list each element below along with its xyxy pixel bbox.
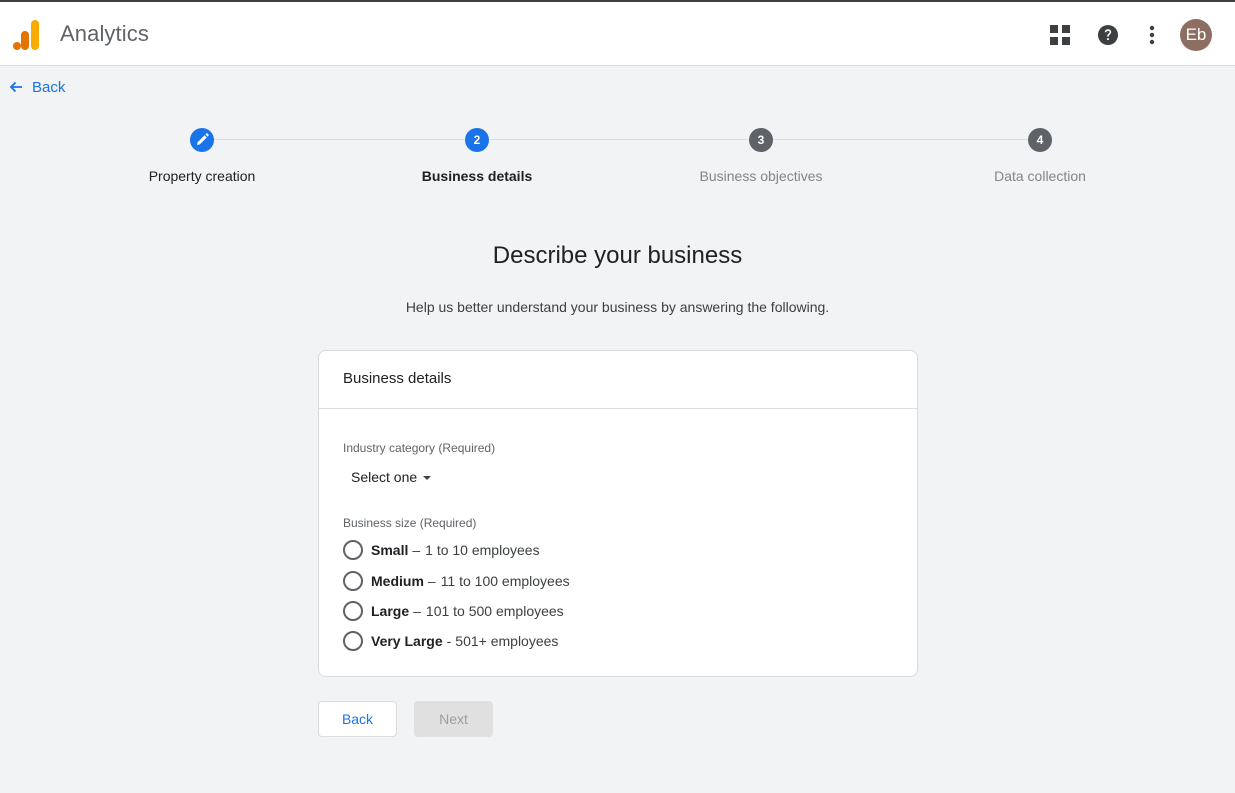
arrow-back-icon (9, 81, 22, 93)
business-details-card: Business details Industry category (Requ… (318, 350, 918, 677)
page-subtitle: Help us better understand your business … (405, 299, 830, 315)
step-label-property-creation[interactable]: Property creation (149, 168, 256, 184)
option-detail: 101 to 500 employees (425, 603, 564, 619)
radio-unchecked-icon[interactable] (343, 571, 363, 591)
radio-unchecked-icon[interactable] (343, 601, 363, 621)
radio-option-large[interactable]: Large – 101 to 500 employees (343, 601, 564, 621)
top-app-bar: Analytics Eb (0, 2, 1235, 66)
radio-unchecked-icon[interactable] (343, 540, 363, 560)
account-avatar[interactable]: Eb (1180, 19, 1212, 51)
back-link-label: Back (32, 78, 66, 96)
next-button: Next (414, 701, 493, 737)
step-2-number: 2 (465, 128, 489, 152)
step-label-business-objectives: Business objectives (699, 168, 823, 184)
option-separator: - (446, 633, 452, 649)
industry-category-select[interactable]: Select one (351, 469, 432, 485)
option-name: Very Large (371, 633, 443, 649)
app-title: Analytics (60, 21, 149, 46)
stepper-connector (490, 139, 748, 140)
radio-unchecked-icon[interactable] (343, 631, 363, 651)
business-size-label: Business size (Required) (343, 516, 477, 530)
stepper-connector (214, 139, 466, 140)
radio-option-medium[interactable]: Medium – 11 to 100 employees (343, 571, 570, 591)
option-separator: – (427, 573, 436, 589)
page-title: Describe your business (492, 242, 743, 269)
industry-category-label: Industry category (Required) (343, 441, 496, 455)
step-3-number: 3 (749, 128, 773, 152)
step-label-business-details: Business details (421, 168, 533, 184)
option-separator: – (413, 603, 421, 619)
step-label-data-collection: Data collection (994, 168, 1086, 184)
option-detail: 501+ employees (455, 633, 559, 649)
help-icon[interactable] (1097, 24, 1119, 46)
apps-grid-icon[interactable] (1050, 25, 1070, 45)
back-button[interactable]: Back (318, 701, 397, 737)
step-1-edit-icon[interactable] (190, 128, 214, 152)
dropdown-arrow-icon (423, 476, 432, 480)
option-detail: 11 to 100 employees (440, 573, 570, 589)
industry-category-value: Select one (351, 469, 418, 485)
option-detail: 1 to 10 employees (425, 542, 540, 558)
option-name: Small (371, 542, 409, 558)
option-separator: – (412, 542, 421, 558)
option-name: Large (371, 603, 410, 619)
analytics-logo-icon (13, 20, 39, 50)
radio-option-very-large[interactable]: Very Large - 501+ employees (343, 631, 558, 651)
step-4-number: 4 (1028, 128, 1052, 152)
radio-option-small[interactable]: Small – 1 to 10 employees (343, 540, 540, 560)
stepper-connector (773, 139, 1028, 140)
back-link[interactable]: Back (9, 77, 65, 97)
more-vert-icon[interactable] (1143, 24, 1161, 46)
card-title: Business details (319, 351, 917, 409)
option-name: Medium (371, 573, 424, 589)
